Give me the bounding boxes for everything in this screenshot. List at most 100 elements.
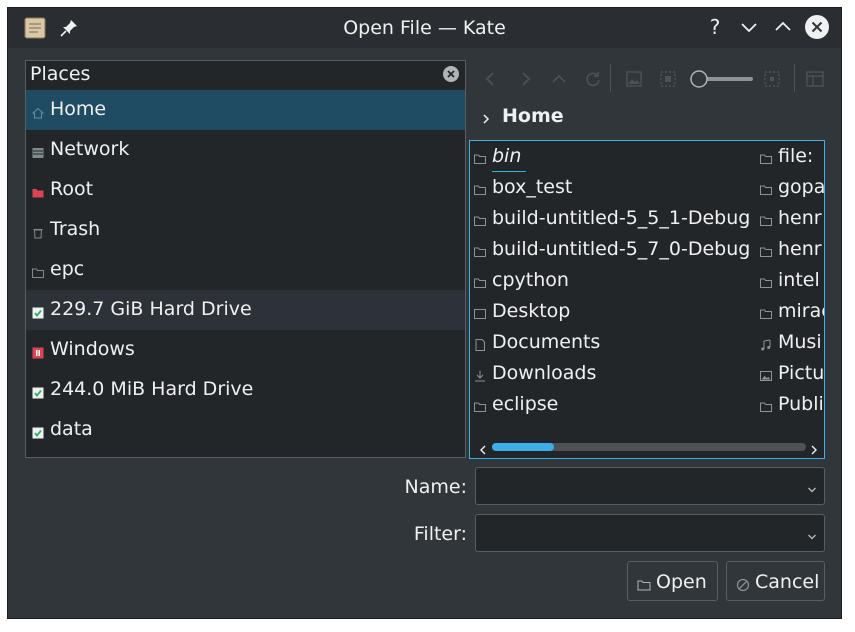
- file-item-label: henr: [778, 238, 822, 260]
- file-item-label: Downloads: [492, 362, 597, 384]
- folder-icon: [474, 274, 486, 288]
- file-item-label: mirac: [778, 300, 824, 322]
- scroll-thumb[interactable]: [492, 443, 554, 451]
- file-item-label: Musi: [778, 331, 822, 353]
- toolbar-separator: [794, 64, 795, 92]
- toolbar-separator: [610, 64, 611, 92]
- file-item-label: intel: [778, 269, 820, 291]
- zoom-fit-icon[interactable]: [657, 68, 679, 90]
- places-item-hard-drive-229[interactable]: 229.7 GiB Hard Drive: [26, 290, 465, 330]
- places-item-label: Windows: [50, 338, 135, 360]
- folder-icon: [32, 264, 44, 278]
- scroll-left-icon[interactable]: [477, 441, 489, 455]
- trash-icon: [32, 224, 44, 239]
- places-item-label: Trash: [50, 218, 101, 240]
- chevron-down-icon[interactable]: [806, 481, 818, 493]
- reload-icon[interactable]: [582, 68, 604, 90]
- file-view[interactable]: bin box_test build-untitled-5_5_1-Debug …: [469, 140, 825, 459]
- file-item-label: file:: [778, 145, 814, 167]
- name-combobox[interactable]: [475, 467, 825, 505]
- folder-icon: [474, 243, 486, 257]
- places-item-label: 244.0 MiB Hard Drive: [50, 378, 254, 400]
- documents-icon: [474, 336, 486, 351]
- places-panel[interactable]: Places Home Network Root Trash epc 229.7…: [25, 60, 466, 458]
- places-item-trash[interactable]: Trash: [26, 210, 465, 250]
- folder-icon: [760, 181, 772, 195]
- file-item-label: Publi: [778, 393, 824, 415]
- scroll-right-icon[interactable]: [808, 441, 820, 455]
- places-item-windows[interactable]: Windows: [26, 330, 465, 370]
- name-label: Name:: [404, 476, 467, 498]
- svg-text:?: ?: [710, 15, 721, 39]
- file-item-label: Desktop: [492, 300, 571, 322]
- folder-open-icon: [637, 575, 651, 591]
- places-item-label: Home: [50, 98, 107, 120]
- places-item-root[interactable]: Root: [26, 170, 465, 210]
- drive-icon: [32, 384, 44, 399]
- file-item-label: henr: [778, 207, 822, 229]
- desktop-icon: [474, 305, 486, 319]
- preview-icon[interactable]: [623, 68, 645, 90]
- places-item-data[interactable]: data: [26, 410, 465, 450]
- file-item-label: Pictu: [778, 362, 825, 384]
- minimize-icon[interactable]: [736, 14, 762, 40]
- file-item-label: eclipse: [492, 393, 559, 415]
- help-icon[interactable]: ?: [702, 14, 728, 40]
- folder-icon: [474, 212, 486, 226]
- forward-icon[interactable]: [514, 68, 536, 90]
- folder-icon: [474, 181, 486, 195]
- places-item-label: epc: [50, 258, 85, 280]
- folder-icon: [474, 398, 486, 412]
- root-folder-icon: [32, 184, 44, 198]
- zoom-select-icon[interactable]: [761, 68, 783, 90]
- drive-icon: [32, 304, 44, 319]
- places-item-epc[interactable]: epc: [26, 250, 465, 290]
- places-item-network[interactable]: Network: [26, 130, 465, 170]
- file-item-label: cpython: [492, 269, 569, 291]
- drive-icon: [32, 424, 44, 439]
- open-file-dialog: Open File — Kate ? Places Home Network R…: [7, 7, 842, 619]
- maximize-icon[interactable]: [770, 14, 796, 40]
- places-item-home[interactable]: Home: [26, 90, 465, 130]
- navigation-toolbar: [473, 60, 833, 96]
- cancel-button-label: Cancel: [755, 571, 820, 593]
- open-button-label: Open: [656, 571, 707, 593]
- places-item-label: Network: [50, 138, 130, 160]
- folder-icon: [760, 150, 772, 164]
- file-item-label: Documents: [492, 331, 601, 353]
- horizontal-scrollbar[interactable]: [475, 440, 820, 455]
- downloads-icon: [474, 367, 486, 382]
- places-item-label: Root: [50, 178, 94, 200]
- music-icon: [760, 336, 772, 351]
- folder-icon: [760, 305, 772, 319]
- chevron-down-icon[interactable]: [806, 528, 818, 540]
- title-bar[interactable]: Open File — Kate ?: [8, 8, 841, 48]
- cancel-button[interactable]: Cancel: [726, 561, 825, 601]
- file-item-label: bin: [492, 145, 522, 167]
- chevron-right-icon[interactable]: [480, 110, 492, 124]
- places-item-label: 229.7 GiB Hard Drive: [50, 298, 252, 320]
- zoom-slider[interactable]: [689, 68, 755, 90]
- file-item-label: gopa: [778, 176, 825, 198]
- focus-underline: [492, 171, 526, 172]
- folder-icon: [474, 150, 486, 164]
- panel-icon[interactable]: [804, 68, 826, 90]
- places-title: Places: [30, 63, 91, 85]
- home-icon: [31, 104, 45, 119]
- filter-combobox[interactable]: [475, 514, 825, 552]
- folder-icon: [760, 243, 772, 257]
- clear-icon[interactable]: [442, 65, 460, 83]
- network-icon: [32, 144, 44, 158]
- open-button[interactable]: Open: [627, 561, 718, 601]
- filter-label: Filter:: [413, 523, 467, 545]
- pictures-icon: [760, 367, 772, 381]
- back-icon[interactable]: [480, 68, 502, 90]
- cancel-icon: [736, 575, 750, 592]
- up-icon[interactable]: [548, 68, 570, 90]
- file-item-label: build-untitled-5_7_0-Debug: [492, 238, 751, 260]
- close-icon[interactable]: [804, 14, 830, 40]
- places-item-hard-drive-244[interactable]: 244.0 MiB Hard Drive: [26, 370, 465, 410]
- windows-drive-icon: [32, 344, 44, 359]
- breadcrumb-current[interactable]: Home: [502, 105, 564, 127]
- folder-icon: [760, 274, 772, 288]
